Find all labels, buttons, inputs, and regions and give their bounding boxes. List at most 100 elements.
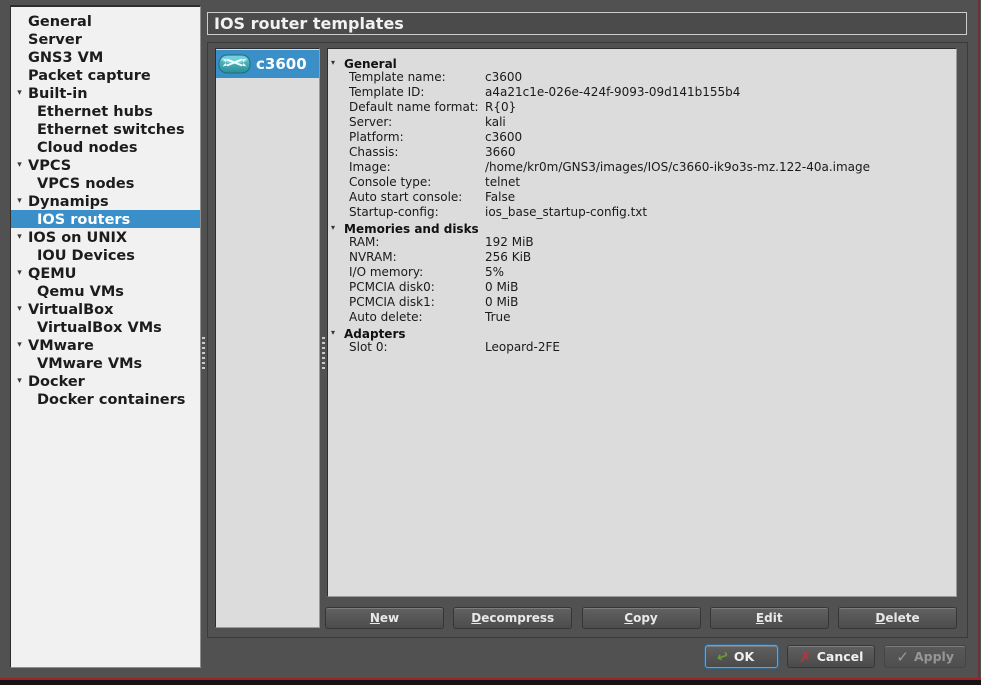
section-collapse-icon[interactable]: ▾: [331, 325, 335, 340]
detail-value: telnet: [485, 175, 956, 190]
sidebar-item-label: VMware VMs: [37, 355, 142, 373]
detail-label: Template ID:: [349, 85, 485, 100]
page-title: IOS router templates: [207, 12, 967, 35]
apply-button-label: Apply: [914, 649, 954, 664]
branch-collapse-icon[interactable]: ▾: [13, 300, 26, 318]
sidebar-item-label: QEMU: [28, 265, 76, 283]
detail-value: 5%: [485, 265, 956, 280]
detail-value: 3660: [485, 145, 956, 160]
sidebar-item-qemu[interactable]: ▾ QEMU: [11, 264, 200, 282]
sidebar-item-vpcs-nodes[interactable]: VPCS nodes: [11, 174, 200, 192]
detail-row-pcmcia-disk1: PCMCIA disk1: 0 MiB: [328, 295, 956, 310]
detail-row-default-name-format: Default name format: R{0}: [328, 100, 956, 115]
ok-button[interactable]: ↩ OK: [705, 645, 778, 668]
section-collapse-icon[interactable]: ▾: [331, 220, 335, 235]
detail-label: PCMCIA disk1:: [349, 295, 485, 310]
sidebar-item-server[interactable]: Server: [11, 30, 200, 48]
branch-collapse-icon[interactable]: ▾: [13, 228, 26, 246]
sidebar-item-ios-on-unix[interactable]: ▾ IOS on UNIX: [11, 228, 200, 246]
detail-label: Console type:: [349, 175, 485, 190]
sidebar-item-label: Docker containers: [37, 391, 185, 409]
detail-row-startup-config: Startup-config: ios_base_startup-config.…: [328, 205, 956, 220]
detail-row-image: Image: /home/kr0m/GNS3/images/IOS/c3660-…: [328, 160, 956, 175]
branch-collapse-icon[interactable]: ▾: [13, 264, 26, 282]
sidebar-item-packet-capture[interactable]: Packet capture: [11, 66, 200, 84]
list-splitter-handle[interactable]: [322, 337, 325, 370]
window-edge-accent-right: [978, 0, 980, 679]
sidebar-item-label: VirtualBox VMs: [37, 319, 162, 337]
detail-value: 256 KiB: [485, 250, 956, 265]
detail-section-rows: RAM: 192 MiB NVRAM: 256 KiB I/O memory: …: [328, 235, 956, 325]
router-icon: [218, 52, 252, 76]
decompress-button[interactable]: Decompress: [453, 607, 572, 629]
sidebar-item-label: VMware: [28, 337, 94, 355]
edit-button[interactable]: Edit: [710, 607, 829, 629]
detail-section-header[interactable]: ▾ Adapters: [328, 325, 956, 340]
detail-label: Auto start console:: [349, 190, 485, 205]
detail-row-i-o-memory: I/O memory: 5%: [328, 265, 956, 280]
detail-row-ram: RAM: 192 MiB: [328, 235, 956, 250]
section-collapse-icon[interactable]: ▾: [331, 55, 335, 70]
detail-row-platform: Platform: c3600: [328, 130, 956, 145]
sidebar-item-general[interactable]: General: [11, 12, 200, 30]
sidebar-item-label: Dynamips: [28, 193, 109, 211]
delete-button[interactable]: Delete: [838, 607, 957, 629]
detail-row-nvram: NVRAM: 256 KiB: [328, 250, 956, 265]
detail-section-header[interactable]: ▾ General: [328, 55, 956, 70]
cancel-button[interactable]: ✗ Cancel: [787, 645, 875, 668]
sidebar-item-dynamips[interactable]: ▾ Dynamips: [11, 192, 200, 210]
branch-collapse-icon[interactable]: ▾: [13, 156, 26, 174]
cancel-button-label: Cancel: [817, 649, 864, 664]
detail-value: a4a21c1e-026e-424f-9093-09d141b155b4: [485, 85, 956, 100]
sidebar-tree: General Server GNS3 VM Packet capture ▾ …: [10, 5, 201, 668]
sidebar-item-label: Server: [28, 31, 82, 49]
branch-collapse-icon[interactable]: ▾: [13, 192, 26, 210]
sidebar-item-label: VirtualBox: [28, 301, 113, 319]
sidebar-item-iou-devices[interactable]: IOU Devices: [11, 246, 200, 264]
detail-section-header[interactable]: ▾ Memories and disks: [328, 220, 956, 235]
new-button[interactable]: New: [325, 607, 444, 629]
detail-section-title: General: [344, 57, 397, 71]
detail-row-console-type: Console type: telnet: [328, 175, 956, 190]
branch-collapse-icon[interactable]: ▾: [13, 84, 26, 102]
detail-label: Platform:: [349, 130, 485, 145]
sidebar-item-qemu-vms[interactable]: Qemu VMs: [11, 282, 200, 300]
sidebar-item-gns3-vm[interactable]: GNS3 VM: [11, 48, 200, 66]
sidebar-item-virtualbox[interactable]: ▾ VirtualBox: [11, 300, 200, 318]
detail-row-pcmcia-disk0: PCMCIA disk0: 0 MiB: [328, 280, 956, 295]
detail-value: 0 MiB: [485, 295, 956, 310]
detail-section-rows: Template name: c3600 Template ID: a4a21c…: [328, 70, 956, 220]
template-list-item-c3600[interactable]: c3600: [216, 50, 319, 78]
sidebar-item-cloud-nodes[interactable]: Cloud nodes: [11, 138, 200, 156]
templates-list: c3600: [215, 48, 320, 628]
detail-row-template-id: Template ID: a4a21c1e-026e-424f-9093-09d…: [328, 85, 956, 100]
detail-value: False: [485, 190, 956, 205]
detail-label: NVRAM:: [349, 250, 485, 265]
detail-value: R{0}: [485, 100, 956, 115]
actions-row: New Decompress Copy Edit Delete: [325, 607, 957, 629]
sidebar-item-ethernet-hubs[interactable]: Ethernet hubs: [11, 102, 200, 120]
branch-collapse-icon[interactable]: ▾: [13, 372, 26, 390]
detail-label: Image:: [349, 160, 485, 175]
sidebar-item-docker-containers[interactable]: Docker containers: [11, 390, 200, 408]
sidebar-item-vmware-vms[interactable]: VMware VMs: [11, 354, 200, 372]
detail-label: Slot 0:: [349, 340, 485, 355]
detail-section-rows: Slot 0: Leopard-2FE: [328, 340, 956, 355]
apply-button[interactable]: ✓ Apply: [884, 645, 966, 668]
sidebar-item-label: Packet capture: [28, 67, 151, 85]
sidebar-splitter-handle[interactable]: [202, 337, 205, 370]
detail-value: 0 MiB: [485, 280, 956, 295]
detail-label: Chassis:: [349, 145, 485, 160]
sidebar-item-vpcs[interactable]: ▾ VPCS: [11, 156, 200, 174]
detail-value: 192 MiB: [485, 235, 956, 250]
copy-button[interactable]: Copy: [582, 607, 701, 629]
detail-label: Startup-config:: [349, 205, 485, 220]
sidebar-item-virtualbox-vms[interactable]: VirtualBox VMs: [11, 318, 200, 336]
sidebar-item-label: VPCS: [28, 157, 71, 175]
branch-collapse-icon[interactable]: ▾: [13, 336, 26, 354]
sidebar-item-ethernet-switches[interactable]: Ethernet switches: [11, 120, 200, 138]
sidebar-item-vmware[interactable]: ▾ VMware: [11, 336, 200, 354]
sidebar-item-docker[interactable]: ▾ Docker: [11, 372, 200, 390]
sidebar-item-built-in[interactable]: ▾ Built-in: [11, 84, 200, 102]
sidebar-item-ios-routers[interactable]: IOS routers: [11, 210, 200, 228]
